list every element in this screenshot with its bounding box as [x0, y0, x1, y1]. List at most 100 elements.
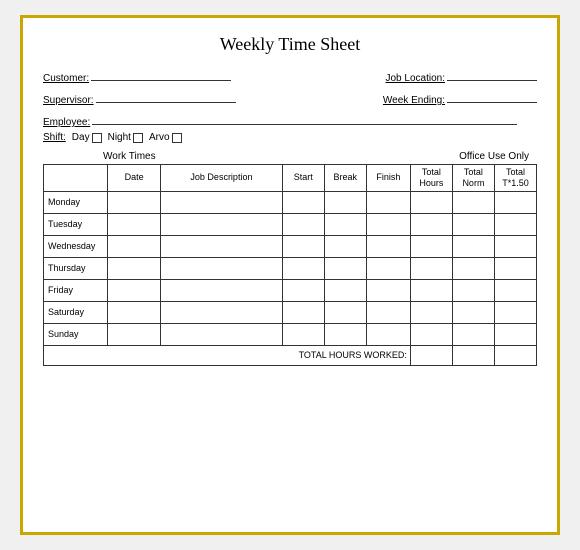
- data-cell[interactable]: [452, 279, 494, 301]
- data-cell[interactable]: [366, 323, 410, 345]
- data-cell[interactable]: [366, 213, 410, 235]
- data-cell[interactable]: [282, 213, 324, 235]
- shift-day: Day: [72, 132, 102, 143]
- shift-night: Night: [108, 132, 143, 143]
- form-section: Customer: Job Location: Supervisor: Week…: [43, 69, 537, 143]
- employee-label: Employee:: [43, 117, 90, 128]
- data-cell[interactable]: [452, 323, 494, 345]
- col-header-total-norm: TotalNorm: [452, 165, 494, 192]
- data-cell[interactable]: [410, 235, 452, 257]
- data-cell[interactable]: [282, 257, 324, 279]
- data-cell[interactable]: [366, 301, 410, 323]
- col-header-total-hours: TotalHours: [410, 165, 452, 192]
- data-cell[interactable]: [410, 191, 452, 213]
- data-cell[interactable]: [282, 235, 324, 257]
- table-row: Wednesday: [44, 235, 537, 257]
- data-cell[interactable]: [410, 323, 452, 345]
- data-cell[interactable]: [108, 191, 161, 213]
- data-cell[interactable]: [161, 213, 283, 235]
- table-row: Friday: [44, 279, 537, 301]
- data-cell[interactable]: [452, 235, 494, 257]
- data-cell[interactable]: [366, 257, 410, 279]
- shift-day-checkbox[interactable]: [92, 133, 102, 143]
- data-cell[interactable]: [366, 191, 410, 213]
- data-cell[interactable]: [324, 213, 366, 235]
- data-cell[interactable]: [108, 301, 161, 323]
- shift-label: Shift:: [43, 132, 66, 143]
- table-row: Thursday: [44, 257, 537, 279]
- col-header-desc: Job Description: [161, 165, 283, 192]
- data-cell[interactable]: [108, 279, 161, 301]
- data-cell[interactable]: [161, 301, 283, 323]
- col-header-total-t150: TotalT*1.50: [494, 165, 536, 192]
- data-cell[interactable]: [282, 279, 324, 301]
- data-cell[interactable]: [161, 257, 283, 279]
- data-cell[interactable]: [108, 235, 161, 257]
- data-cell[interactable]: [452, 191, 494, 213]
- data-cell[interactable]: [282, 301, 324, 323]
- day-cell: Thursday: [44, 257, 108, 279]
- total-value-cell[interactable]: [494, 345, 536, 365]
- table-row: Monday: [44, 191, 537, 213]
- data-cell[interactable]: [494, 213, 536, 235]
- data-cell[interactable]: [108, 213, 161, 235]
- customer-label: Customer:: [43, 73, 89, 84]
- shift-night-checkbox[interactable]: [133, 133, 143, 143]
- data-cell[interactable]: [282, 191, 324, 213]
- data-cell[interactable]: [494, 301, 536, 323]
- data-cell[interactable]: [324, 323, 366, 345]
- form-top-row: Customer: Job Location:: [43, 69, 537, 88]
- data-cell[interactable]: [452, 301, 494, 323]
- employee-input[interactable]: [92, 113, 517, 125]
- timesheet-table: Date Job Description Start Break Finish …: [43, 164, 537, 366]
- data-cell[interactable]: [161, 323, 283, 345]
- week-ending-input[interactable]: [447, 91, 537, 103]
- day-cell: Sunday: [44, 323, 108, 345]
- shift-day-label: Day: [72, 132, 90, 143]
- data-cell[interactable]: [161, 235, 283, 257]
- data-cell[interactable]: [452, 213, 494, 235]
- data-cell[interactable]: [366, 279, 410, 301]
- data-cell[interactable]: [410, 279, 452, 301]
- data-cell[interactable]: [324, 279, 366, 301]
- shift-arvo-label: Arvo: [149, 132, 170, 143]
- table-body: MondayTuesdayWednesdayThursdayFridaySatu…: [44, 191, 537, 365]
- data-cell[interactable]: [108, 257, 161, 279]
- job-location-input[interactable]: [447, 69, 537, 81]
- supervisor-input[interactable]: [96, 91, 236, 103]
- day-cell: Friday: [44, 279, 108, 301]
- data-cell[interactable]: [410, 301, 452, 323]
- data-cell[interactable]: [494, 257, 536, 279]
- data-cell[interactable]: [410, 257, 452, 279]
- data-cell[interactable]: [161, 279, 283, 301]
- week-ending-label: Week Ending:: [383, 95, 445, 106]
- data-cell[interactable]: [324, 191, 366, 213]
- data-cell[interactable]: [108, 323, 161, 345]
- data-cell[interactable]: [324, 235, 366, 257]
- total-hours-label: TOTAL HOURS WORKED:: [44, 345, 411, 365]
- data-cell[interactable]: [161, 191, 283, 213]
- customer-input[interactable]: [91, 69, 231, 81]
- data-cell[interactable]: [494, 235, 536, 257]
- data-cell[interactable]: [494, 279, 536, 301]
- work-times-label: Work Times: [103, 151, 156, 162]
- data-cell[interactable]: [324, 257, 366, 279]
- col-header-break: Break: [324, 165, 366, 192]
- employee-row: Employee:: [43, 113, 537, 128]
- data-cell[interactable]: [410, 213, 452, 235]
- total-value-cell[interactable]: [410, 345, 452, 365]
- day-cell: Saturday: [44, 301, 108, 323]
- data-cell[interactable]: [366, 235, 410, 257]
- supervisor-label: Supervisor:: [43, 95, 94, 106]
- shift-arvo-checkbox[interactable]: [172, 133, 182, 143]
- shift-arvo: Arvo: [149, 132, 182, 143]
- data-cell[interactable]: [282, 323, 324, 345]
- day-cell: Wednesday: [44, 235, 108, 257]
- data-cell[interactable]: [452, 257, 494, 279]
- data-cell[interactable]: [494, 323, 536, 345]
- total-value-cell[interactable]: [452, 345, 494, 365]
- data-cell[interactable]: [324, 301, 366, 323]
- data-cell[interactable]: [494, 191, 536, 213]
- right-form: Job Location:: [386, 69, 538, 88]
- customer-row: Customer:: [43, 69, 251, 84]
